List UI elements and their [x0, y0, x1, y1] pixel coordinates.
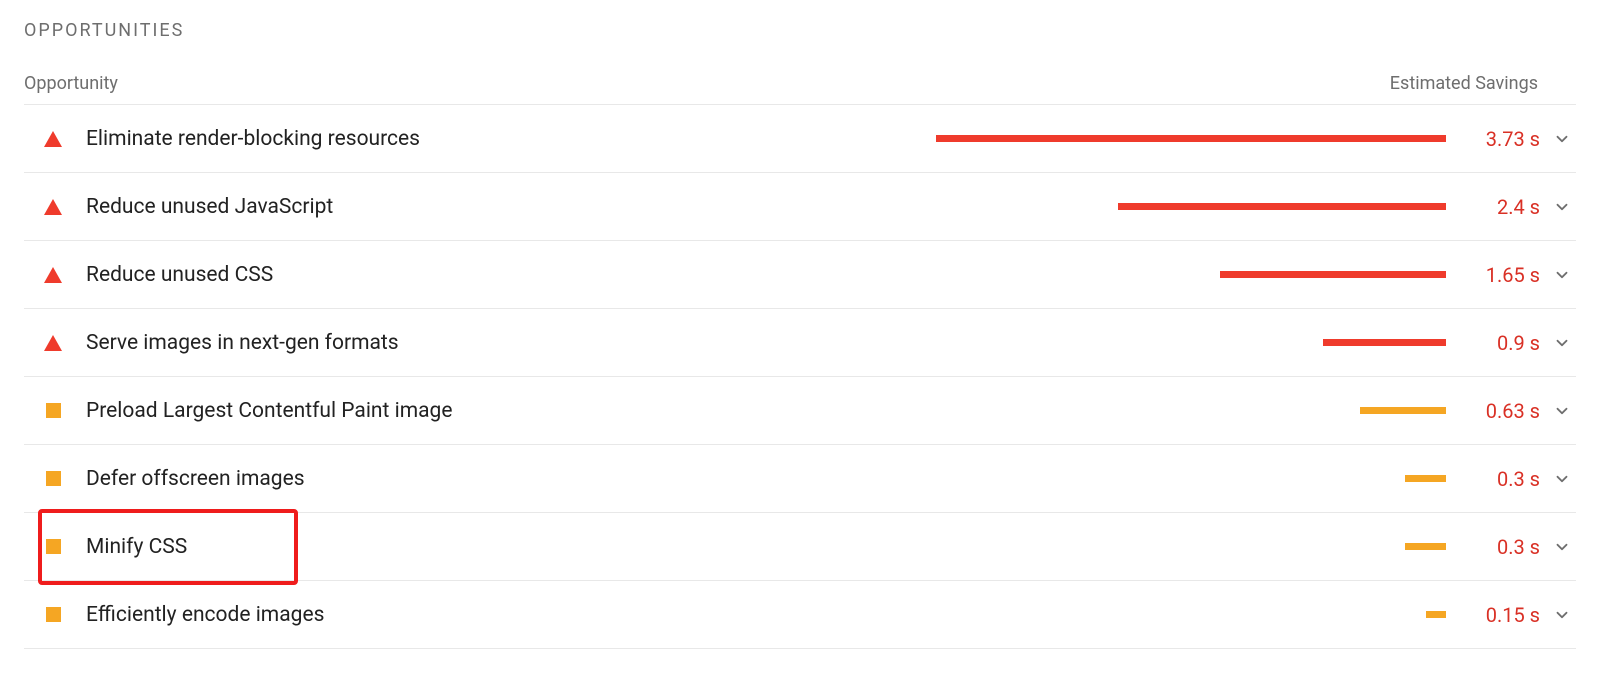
savings-bar: [473, 407, 1447, 414]
opportunity-row[interactable]: Preload Largest Contentful Paint image 0.…: [24, 377, 1576, 445]
savings-value: 2.4 s: [1454, 195, 1540, 219]
opportunity-row[interactable]: Efficiently encode images 0.15 s: [24, 581, 1576, 649]
opportunities-list: Eliminate render-blocking resources 3.73 …: [24, 104, 1576, 649]
chevron-down-icon[interactable]: [1548, 130, 1576, 148]
section-title: OPPORTUNITIES: [24, 20, 1576, 41]
square-icon: [42, 539, 64, 554]
opportunity-row[interactable]: Minify CSS 0.3 s: [24, 513, 1576, 581]
opportunity-label: Defer offscreen images: [86, 467, 305, 491]
savings-bar: [325, 475, 1446, 482]
opportunities-header: Opportunity Estimated Savings: [24, 73, 1576, 94]
header-opportunity-label: Opportunity: [24, 73, 118, 94]
square-icon: [42, 607, 64, 622]
savings-value: 1.65 s: [1454, 263, 1540, 287]
savings-bar: [207, 543, 1446, 550]
opportunity-label: Efficiently encode images: [86, 603, 324, 627]
savings-value: 0.3 s: [1454, 467, 1540, 491]
chevron-down-icon[interactable]: [1548, 402, 1576, 420]
chevron-down-icon[interactable]: [1548, 334, 1576, 352]
opportunity-label: Reduce unused JavaScript: [86, 195, 333, 219]
triangle-icon: [42, 335, 64, 351]
opportunity-label: Minify CSS: [86, 535, 187, 559]
chevron-down-icon[interactable]: [1548, 266, 1576, 284]
chevron-down-icon[interactable]: [1548, 538, 1576, 556]
savings-bar: [293, 271, 1446, 278]
chevron-down-icon[interactable]: [1548, 198, 1576, 216]
savings-bar: [353, 203, 1446, 210]
savings-bar: [419, 339, 1446, 346]
opportunity-label: Reduce unused CSS: [86, 263, 273, 287]
savings-value: 3.73 s: [1454, 127, 1540, 151]
opportunity-label: Serve images in next-gen formats: [86, 331, 399, 355]
opportunity-row[interactable]: Defer offscreen images 0.3 s: [24, 445, 1576, 513]
triangle-icon: [42, 267, 64, 283]
opportunity-row[interactable]: Serve images in next-gen formats 0.9 s: [24, 309, 1576, 377]
opportunity-row[interactable]: Reduce unused JavaScript 2.4 s: [24, 173, 1576, 241]
savings-value: 0.9 s: [1454, 331, 1540, 355]
savings-bar: [440, 135, 1446, 142]
square-icon: [42, 403, 64, 418]
opportunity-label: Preload Largest Contentful Paint image: [86, 399, 453, 423]
savings-value: 0.3 s: [1454, 535, 1540, 559]
savings-value: 0.15 s: [1454, 603, 1540, 627]
chevron-down-icon[interactable]: [1548, 606, 1576, 624]
header-savings-label: Estimated Savings: [1390, 73, 1576, 94]
opportunity-row[interactable]: Eliminate render-blocking resources 3.73 …: [24, 105, 1576, 173]
opportunity-label: Eliminate render-blocking resources: [86, 127, 420, 151]
savings-value: 0.63 s: [1454, 399, 1540, 423]
savings-bar: [344, 611, 1446, 618]
chevron-down-icon[interactable]: [1548, 470, 1576, 488]
triangle-icon: [42, 199, 64, 215]
square-icon: [42, 471, 64, 486]
opportunity-row[interactable]: Reduce unused CSS 1.65 s: [24, 241, 1576, 309]
triangle-icon: [42, 131, 64, 147]
